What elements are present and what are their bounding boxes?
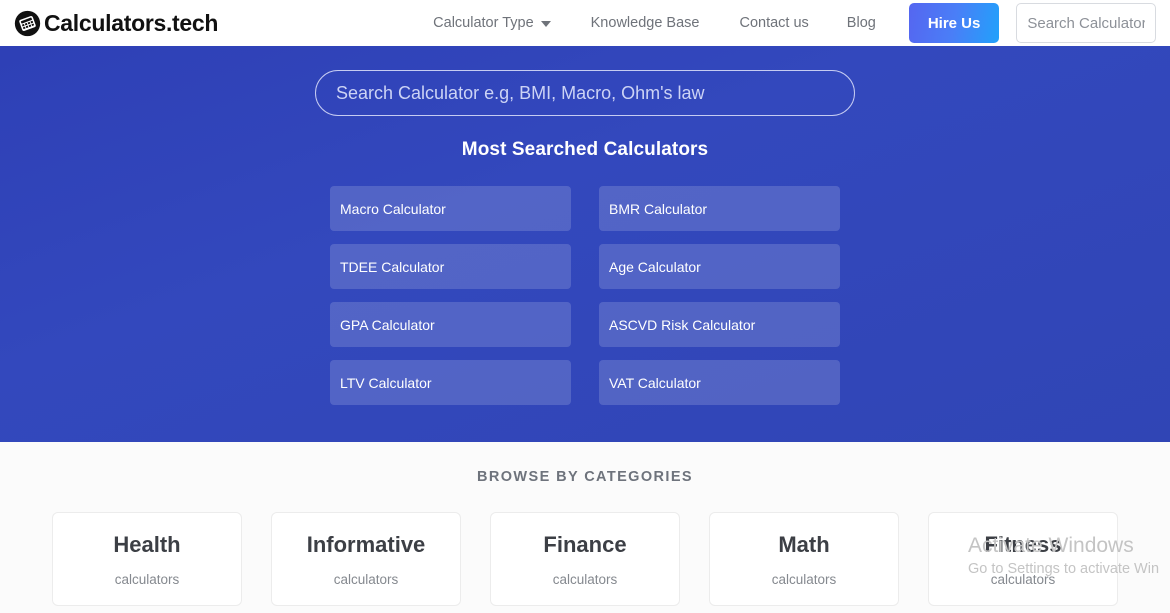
most-searched-heading: Most Searched Calculators [461,139,709,160]
calculator-card[interactable]: Macro Calculator [330,186,571,231]
brand-name: Calculators.tech [44,9,219,36]
calculator-card[interactable]: TDEE Calculator [330,244,571,289]
category-card-row: Health calculators Informative calculato… [0,512,1170,606]
category-name: Informative [306,531,426,557]
category-card-health[interactable]: Health calculators [52,512,242,606]
category-card-finance[interactable]: Finance calculators [490,512,680,606]
nav-item-calculator-type-label: Calculator Type [433,15,534,31]
calculator-circle-icon [14,10,41,36]
brand-logo-link[interactable]: Calculators.tech [14,10,218,37]
categories-heading: BROWSE BY CATEGORIES [477,469,693,485]
calculator-card[interactable]: GPA Calculator [330,302,571,347]
most-searched-calculator-grid: Macro Calculator BMR Calculator TDEE Cal… [330,186,840,405]
chevron-down-icon [540,21,551,27]
calculator-card[interactable]: VAT Calculator [599,360,840,405]
category-subtitle: calculators [552,571,618,587]
nav-item-contact-us[interactable]: Contact us [739,9,808,37]
category-subtitle: calculators [771,571,837,587]
nav-item-knowledge-base-label: Knowledge Base [590,15,700,31]
nav-item-blog[interactable]: Blog [847,9,876,37]
category-subtitle: calculators [114,571,180,587]
category-card-informative[interactable]: Informative calculators [271,512,461,606]
category-card-fitness[interactable]: Fitness calculators [928,512,1118,606]
nav-item-calculator-type[interactable]: Calculator Type [433,9,551,37]
hero-section: Most Searched Calculators Macro Calculat… [0,46,1170,442]
calculator-card[interactable]: BMR Calculator [599,186,840,231]
category-subtitle: calculators [333,571,399,587]
hero-search-wrapper [315,70,855,116]
category-name: Finance [543,531,627,557]
category-name: Math [778,531,830,557]
calculator-card[interactable]: ASCVD Risk Calculator [599,302,840,347]
category-name: Fitness [984,531,1062,557]
hire-us-button[interactable]: Hire Us [908,3,1000,43]
nav-item-blog-label: Blog [846,15,876,31]
category-subtitle: calculators [990,571,1056,587]
nav-item-contact-us-label: Contact us [739,15,809,31]
category-name: Health [113,531,181,557]
calculator-card[interactable]: LTV Calculator [330,360,571,405]
calculator-card[interactable]: Age Calculator [599,244,840,289]
nav-item-knowledge-base[interactable]: Knowledge Base [591,9,700,37]
browse-by-categories-section: BROWSE BY CATEGORIES Health calculators … [0,442,1170,613]
top-navbar: Calculators.tech Calculator Type Knowled… [0,0,1170,46]
nav-search-input[interactable] [1016,3,1157,43]
hero-search-input[interactable] [315,70,855,116]
category-card-math[interactable]: Math calculators [709,512,899,606]
primary-nav: Calculator Type Knowledge Base Contact u… [433,3,1157,43]
